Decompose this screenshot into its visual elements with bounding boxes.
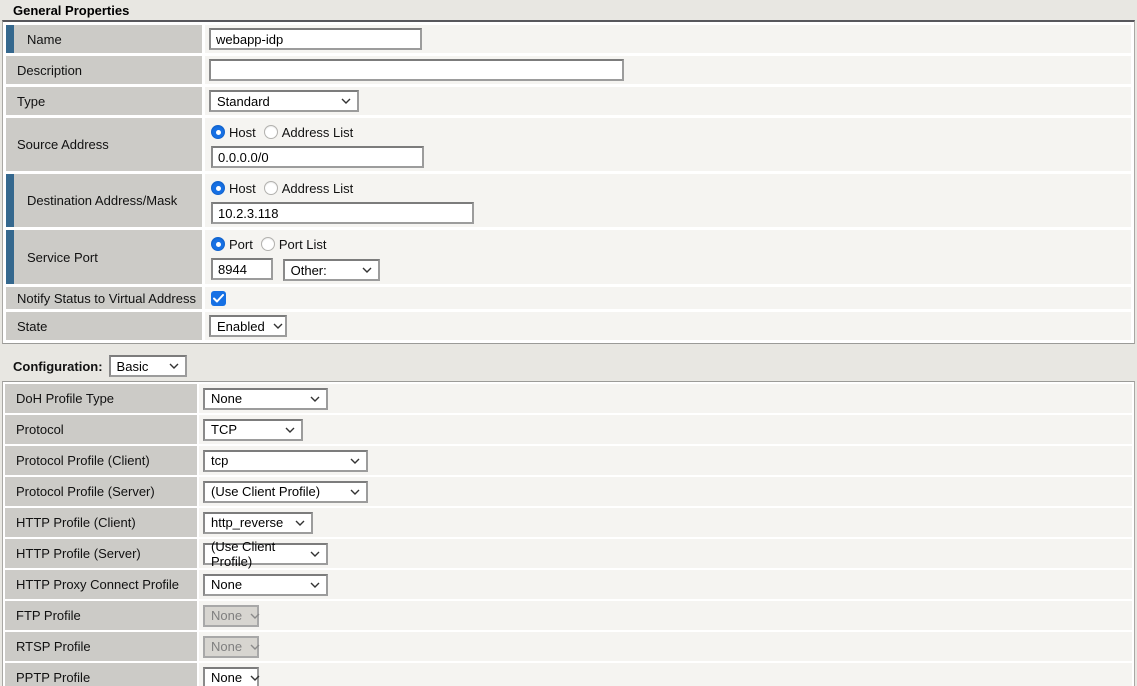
table-row: HTTP Proxy Connect Profile None: [5, 570, 1132, 599]
protocol-profile-client-label: Protocol Profile (Client): [5, 446, 197, 475]
table-row: Destination Address/Mask Host Address Li…: [6, 174, 1131, 227]
check-icon: [213, 291, 224, 306]
doh-profile-type-select[interactable]: None: [203, 388, 328, 410]
chevron-down-icon: [350, 458, 360, 464]
type-label: Type: [6, 87, 202, 115]
general-properties-table: Name Description Type Standard Source Ad…: [2, 20, 1135, 344]
service-port-label: Service Port: [6, 230, 202, 284]
chevron-down-icon: [250, 675, 260, 681]
http-profile-server-select[interactable]: (Use Client Profile): [203, 543, 328, 565]
chevron-down-icon: [310, 396, 320, 402]
general-properties-title: General Properties: [0, 0, 1137, 20]
state-label: State: [6, 312, 202, 340]
chevron-down-icon: [310, 551, 320, 557]
http-proxy-connect-profile-select[interactable]: None: [203, 574, 328, 596]
table-row: Source Address Host Address List: [6, 118, 1131, 171]
source-address-label: Source Address: [6, 118, 202, 171]
destination-address-list-radio[interactable]: [264, 181, 278, 195]
destination-address-input[interactable]: [211, 202, 474, 224]
pptp-profile-select[interactable]: None: [203, 667, 259, 686]
source-address-list-radio[interactable]: [264, 125, 278, 139]
table-row: HTTP Profile (Client) http_reverse: [5, 508, 1132, 537]
rtsp-profile-select: None: [203, 636, 259, 658]
table-row: PPTP Profile None: [5, 663, 1132, 686]
chevron-down-icon: [250, 613, 260, 619]
http-proxy-connect-profile-label: HTTP Proxy Connect Profile: [5, 570, 197, 599]
table-row: DoH Profile Type None: [5, 384, 1132, 413]
notify-status-label: Notify Status to Virtual Address: [6, 287, 202, 309]
table-row: HTTP Profile (Server) (Use Client Profil…: [5, 539, 1132, 568]
chevron-down-icon: [273, 323, 283, 329]
chevron-down-icon: [341, 98, 351, 104]
port-radio[interactable]: [211, 237, 225, 251]
ftp-profile-label: FTP Profile: [5, 601, 197, 630]
protocol-profile-client-select[interactable]: tcp: [203, 450, 368, 472]
notify-status-checkbox[interactable]: [211, 291, 226, 306]
rtsp-profile-label: RTSP Profile: [5, 632, 197, 661]
ftp-profile-select: None: [203, 605, 259, 627]
name-label: Name: [6, 25, 202, 53]
destination-address-list-radio-label: Address List: [282, 181, 354, 196]
type-select[interactable]: Standard: [209, 90, 359, 112]
port-radio-label: Port: [229, 237, 253, 252]
chevron-down-icon: [285, 427, 295, 433]
port-list-radio[interactable]: [261, 237, 275, 251]
description-label: Description: [6, 56, 202, 84]
chevron-down-icon: [350, 489, 360, 495]
doh-profile-type-label: DoH Profile Type: [5, 384, 197, 413]
source-host-radio[interactable]: [211, 125, 225, 139]
destination-address-label: Destination Address/Mask: [6, 174, 202, 227]
source-host-radio-label: Host: [229, 125, 256, 140]
table-row: Protocol Profile (Server) (Use Client Pr…: [5, 477, 1132, 506]
source-address-list-radio-label: Address List: [282, 125, 354, 140]
table-row: Description: [6, 56, 1131, 84]
description-input[interactable]: [209, 59, 624, 81]
chevron-down-icon: [295, 520, 305, 526]
http-profile-client-select[interactable]: http_reverse: [203, 512, 313, 534]
table-row: Service Port Port Port List Other:: [6, 230, 1131, 284]
table-row: State Enabled: [6, 312, 1131, 340]
configuration-bar: Configuration: Basic: [0, 344, 1137, 381]
chevron-down-icon: [250, 644, 260, 650]
destination-host-radio-label: Host: [229, 181, 256, 196]
protocol-label: Protocol: [5, 415, 197, 444]
configuration-label: Configuration:: [13, 359, 103, 374]
configuration-table: DoH Profile Type None Protocol TCP Proto…: [2, 381, 1135, 686]
table-row: Notify Status to Virtual Address: [6, 287, 1131, 309]
http-profile-server-label: HTTP Profile (Server): [5, 539, 197, 568]
source-address-input[interactable]: [211, 146, 424, 168]
chevron-down-icon: [362, 267, 372, 273]
chevron-down-icon: [169, 363, 179, 369]
state-select[interactable]: Enabled: [209, 315, 287, 337]
name-input[interactable]: [209, 28, 422, 50]
service-port-input[interactable]: [211, 258, 273, 280]
table-row: Protocol TCP: [5, 415, 1132, 444]
port-type-select[interactable]: Other:: [283, 259, 380, 281]
pptp-profile-label: PPTP Profile: [5, 663, 197, 686]
protocol-select[interactable]: TCP: [203, 419, 303, 441]
port-list-radio-label: Port List: [279, 237, 327, 252]
table-row: Type Standard: [6, 87, 1131, 115]
protocol-profile-server-label: Protocol Profile (Server): [5, 477, 197, 506]
destination-host-radio[interactable]: [211, 181, 225, 195]
table-row: Name: [6, 25, 1131, 53]
table-row: FTP Profile None: [5, 601, 1132, 630]
protocol-profile-server-select[interactable]: (Use Client Profile): [203, 481, 368, 503]
configuration-level-select[interactable]: Basic: [109, 355, 187, 377]
http-profile-client-label: HTTP Profile (Client): [5, 508, 197, 537]
chevron-down-icon: [310, 582, 320, 588]
table-row: RTSP Profile None: [5, 632, 1132, 661]
table-row: Protocol Profile (Client) tcp: [5, 446, 1132, 475]
